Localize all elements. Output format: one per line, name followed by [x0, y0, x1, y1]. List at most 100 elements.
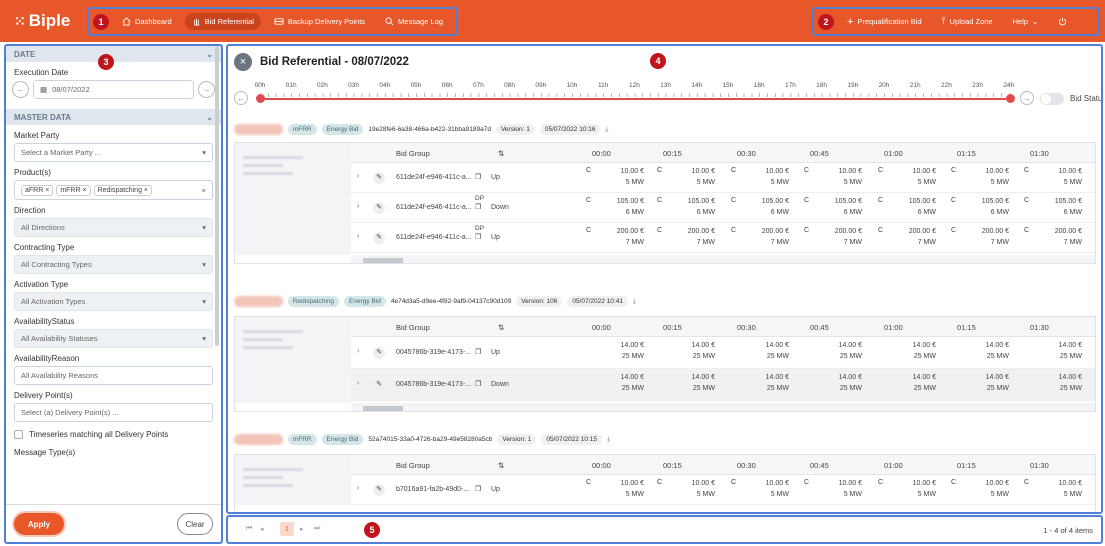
- products-multiselect[interactable]: aFRR × mFRR × Redispatching × ×: [14, 180, 213, 200]
- logout-button[interactable]: [1051, 13, 1074, 30]
- hour-label: 13h: [660, 82, 672, 89]
- product-chip-redispatching[interactable]: Redispatching ×: [93, 184, 153, 196]
- next-page-button[interactable]: ▸: [300, 525, 304, 533]
- direction-select[interactable]: All Directions ▾: [14, 218, 213, 237]
- timeline-rail[interactable]: [260, 98, 1010, 100]
- bid-status-toggle[interactable]: [1040, 93, 1064, 105]
- app-logo[interactable]: ⁙ Biple: [14, 11, 70, 31]
- scrollbar-thumb[interactable]: [363, 258, 403, 263]
- market-party-select[interactable]: Select a Market Party ... ▾: [14, 143, 213, 162]
- availability-reason-label: AvailabilityReason: [14, 354, 80, 363]
- nav-message-log[interactable]: Message Log: [378, 13, 450, 30]
- download-icon[interactable]: ⤓: [607, 436, 610, 444]
- copy-icon[interactable]: ❐: [475, 203, 481, 211]
- availability-status-select[interactable]: All Availability Statuses ▾: [14, 329, 213, 348]
- expand-chevron-icon[interactable]: ›: [357, 348, 359, 355]
- expand-chevron-icon[interactable]: ›: [357, 380, 359, 387]
- timeline-previous-button[interactable]: ←: [234, 91, 248, 105]
- copy-icon[interactable]: ❐: [475, 348, 481, 356]
- column-time: 01:30: [1030, 149, 1049, 158]
- redacted-text: [243, 484, 293, 487]
- activation-type-select[interactable]: All Activation Types ▾: [14, 292, 213, 311]
- previous-page-button[interactable]: ◂: [260, 525, 264, 533]
- column-bid-group[interactable]: Bid Group: [396, 323, 430, 332]
- price-cell: 14.00 €25 MW: [620, 342, 644, 360]
- next-date-button[interactable]: →: [198, 81, 215, 98]
- table-row[interactable]: › ✎ 0045786b-319e-4173-... ❐ Up 14.00 €25 MW 1…: [351, 337, 1095, 369]
- first-page-button[interactable]: ⏮: [246, 525, 252, 533]
- nav-dashboard[interactable]: Dashboard: [115, 13, 179, 30]
- copy-icon[interactable]: ❐: [475, 485, 481, 493]
- horizontal-scrollbar[interactable]: [351, 255, 1095, 263]
- clear-button[interactable]: Clear: [177, 513, 213, 535]
- clear-selection-icon[interactable]: ×: [202, 186, 206, 195]
- table-row[interactable]: › ✎ b7016a91-fa2b-49d0-... ❐ Up C 10.00 €5 MW C…: [351, 475, 1095, 505]
- last-page-button[interactable]: ⏭: [314, 525, 320, 533]
- horizontal-scrollbar[interactable]: [351, 403, 1095, 411]
- column-bid-group[interactable]: Bid Group: [396, 149, 430, 158]
- sidebar-scroll-area[interactable]: DATE ⌄ Execution Date ← ▦ 08/07/2022 → M…: [6, 46, 221, 504]
- timeline-end-handle[interactable]: [1006, 94, 1015, 103]
- nav-upload-zone[interactable]: ⤒ Upload Zone: [935, 12, 1000, 31]
- bid-referential-panel: × Bid Referential - 08/07/2022 4 ← 00h 01…: [226, 44, 1103, 514]
- timeseries-checkbox[interactable]: [14, 430, 23, 439]
- edit-icon[interactable]: ✎: [373, 379, 385, 391]
- table-row[interactable]: › ✎ 0045786b-319e-4173-... ❐ Down 14.00 €25 M…: [351, 369, 1095, 401]
- price-cell: 10.00 €5 MW: [620, 480, 644, 498]
- timeline-next-button[interactable]: →: [1020, 91, 1034, 105]
- dp-flag: DP: [475, 225, 485, 232]
- column-bid-group[interactable]: Bid Group: [396, 461, 430, 470]
- product-chip-afrr[interactable]: aFRR ×: [21, 184, 54, 196]
- download-icon[interactable]: ⤓: [633, 298, 636, 306]
- expand-chevron-icon[interactable]: ›: [357, 173, 359, 180]
- column-time: 00:15: [663, 461, 682, 470]
- expand-chevron-icon[interactable]: ›: [357, 233, 359, 240]
- execution-date-field[interactable]: ▦ 08/07/2022: [33, 80, 194, 99]
- previous-date-button[interactable]: ←: [12, 81, 29, 98]
- sort-icon[interactable]: ⇅: [498, 323, 504, 332]
- hour-label: 04h: [379, 82, 391, 89]
- edit-icon[interactable]: ✎: [373, 232, 385, 244]
- copy-icon[interactable]: ❐: [475, 173, 481, 181]
- sort-icon[interactable]: ⇅: [498, 149, 504, 158]
- bid-header: Market Party mFRR Energy Bid 52a74015-33a0-…: [234, 434, 610, 445]
- copy-icon[interactable]: ❐: [475, 233, 481, 241]
- price-cell: 14.00 €25 MW: [620, 374, 644, 392]
- execution-date-row: ← ▦ 08/07/2022 →: [12, 80, 215, 99]
- edit-icon[interactable]: ✎: [373, 347, 385, 359]
- sort-icon[interactable]: ⇅: [498, 461, 504, 470]
- edit-icon[interactable]: ✎: [373, 202, 385, 214]
- copy-icon[interactable]: ❐: [475, 380, 481, 388]
- expand-chevron-icon[interactable]: ›: [357, 203, 359, 210]
- nav-bid-referential[interactable]: Bid Referential: [184, 13, 261, 30]
- availability-reason-select[interactable]: All Availability Reasons: [14, 366, 213, 385]
- download-icon[interactable]: ⤓: [605, 126, 608, 134]
- close-button[interactable]: ×: [234, 53, 252, 71]
- nav-backup-delivery-points[interactable]: Backup Delivery Points: [267, 13, 372, 30]
- table-row[interactable]: › ✎ 611de24f-e946-411c-a... ❐ DP Down C 105.00 …: [351, 193, 1095, 223]
- scrollbar-thumb[interactable]: [363, 406, 403, 411]
- calendar-icon: ▦: [40, 85, 48, 94]
- chevron-down-icon: ⌄: [1032, 17, 1039, 26]
- master-data-section-header[interactable]: MASTER DATA ⌄: [6, 109, 221, 125]
- delivery-points-select[interactable]: Select (a) Delivery Point(s) ...: [14, 403, 213, 422]
- contract-flag: C: [731, 197, 737, 204]
- redacted-text: [243, 172, 293, 175]
- sidebar-scrollbar[interactable]: [215, 46, 219, 346]
- direction: Up: [491, 349, 500, 356]
- product-chip-mfrr[interactable]: mFRR ×: [56, 184, 91, 196]
- nav-help[interactable]: Help ⌄: [1006, 13, 1046, 30]
- edit-icon[interactable]: ✎: [373, 484, 385, 496]
- expand-chevron-icon[interactable]: ›: [357, 485, 359, 492]
- apply-button[interactable]: Apply: [14, 513, 64, 535]
- power-icon: [1059, 17, 1067, 26]
- nav-prequalification-bid[interactable]: + Prequalification Bid: [840, 12, 929, 32]
- current-page[interactable]: 1: [280, 522, 294, 536]
- timeseries-checkbox-row[interactable]: Timeseries matching all Delivery Points: [6, 422, 221, 442]
- contract-flag: C: [951, 479, 957, 486]
- table-row[interactable]: › ✎ 611de24f-e946-411c-a... ❐ DP Up C 200.00 €7…: [351, 223, 1095, 253]
- edit-icon[interactable]: ✎: [373, 172, 385, 184]
- contracting-type-select[interactable]: All Contracting Types ▾: [14, 255, 213, 274]
- timeline-start-handle[interactable]: [256, 94, 265, 103]
- table-row[interactable]: › ✎ 611de24f-e946-411c-a... ❐ Up C 10.00 €5 MW…: [351, 163, 1095, 193]
